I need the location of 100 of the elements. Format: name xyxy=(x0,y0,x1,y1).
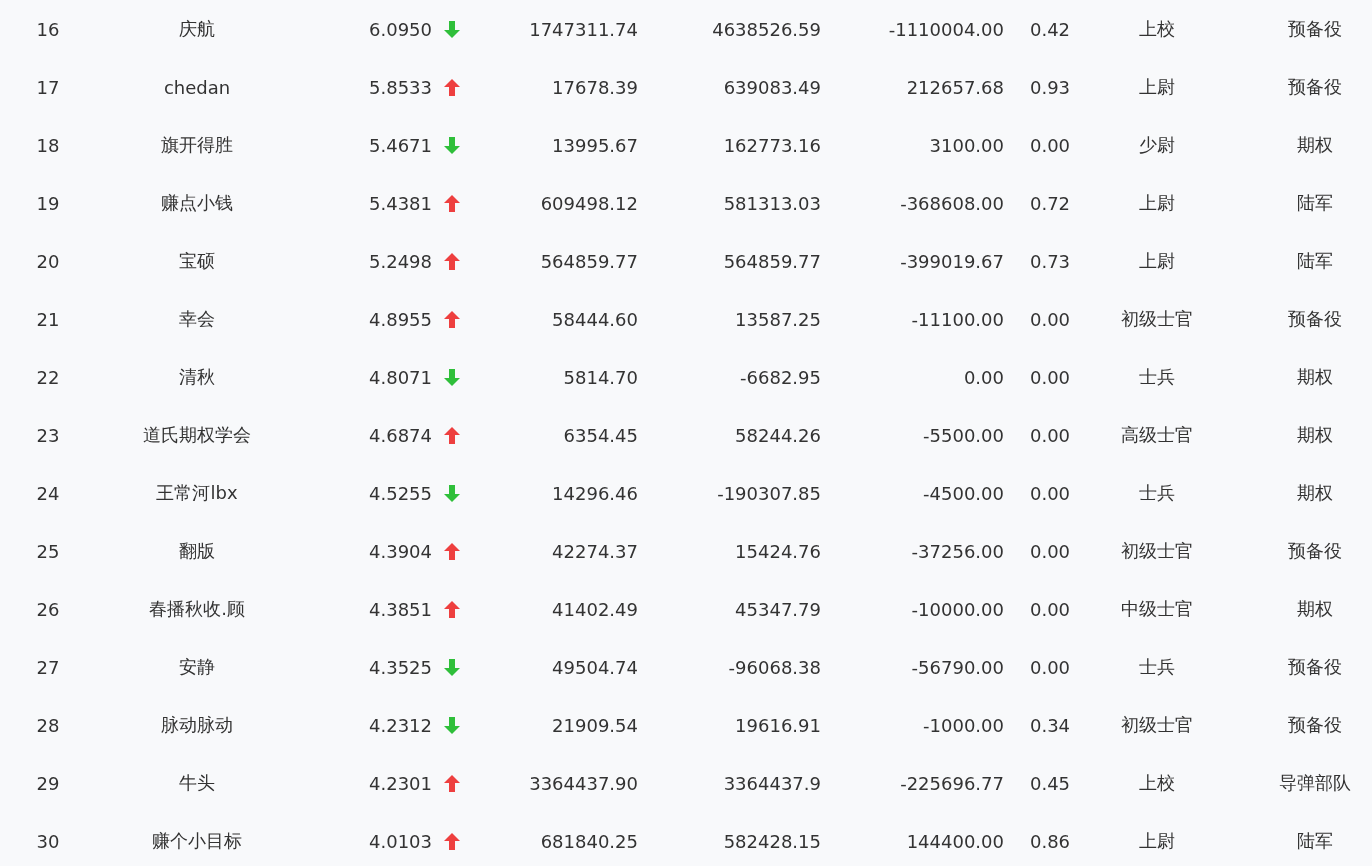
table-cell-text: 17 xyxy=(35,76,61,98)
table-cell-text: 582428.15 xyxy=(722,830,821,852)
table-cell-text: 期权 xyxy=(1296,597,1334,621)
table-cell-text: 212657.68 xyxy=(905,76,1004,98)
table-cell-text: 0.93 xyxy=(1028,76,1072,98)
table-cell-text: 13995.67 xyxy=(551,134,638,156)
table-cell-text: 预备役 xyxy=(1287,713,1343,737)
table-cell-text: -399019.67 xyxy=(899,250,1004,272)
table-cell-text: 0.00 xyxy=(1028,656,1072,678)
table-cell-text: 6.0950 xyxy=(368,18,432,40)
table-cell-text: 5814.70 xyxy=(562,366,638,388)
table-cell-text: 20 xyxy=(35,250,61,272)
table-cell-text: -11100.00 xyxy=(910,308,1004,330)
table-cell-text: 预备役 xyxy=(1287,75,1343,99)
table-cell-text: 赚个小目标 xyxy=(151,829,243,853)
table-cell-text: 6354.45 xyxy=(562,424,638,446)
table-cell-text: 639083.49 xyxy=(722,76,821,98)
table-cell-text: -6682.95 xyxy=(739,366,821,388)
table-cell-text: 上尉 xyxy=(1138,75,1176,99)
table-cell-text: 翻版 xyxy=(178,539,216,563)
table-cell-text: 28 xyxy=(35,714,61,736)
table-cell-text: -56790.00 xyxy=(910,656,1004,678)
table-cell-text: 30 xyxy=(35,830,61,852)
table-cell-text: -10000.00 xyxy=(910,598,1004,620)
table-cell-text: 预备役 xyxy=(1287,539,1343,563)
table-cell-text: 0.86 xyxy=(1028,830,1072,852)
table-cell-text: -37256.00 xyxy=(910,540,1004,562)
table-cell-text: 45347.79 xyxy=(734,598,821,620)
table-cell-text: 17678.39 xyxy=(551,76,638,98)
table-cell-text: 25 xyxy=(35,540,61,562)
table-cell-text: 期权 xyxy=(1296,481,1334,505)
table-cell-text: 初级士官 xyxy=(1120,713,1194,737)
table-cell-text: -4500.00 xyxy=(922,482,1004,504)
table-cell-text: 上校 xyxy=(1138,17,1176,41)
table-cell-text: 牛头 xyxy=(178,771,216,795)
table-cell-text: 春播秋收.顾 xyxy=(148,597,246,621)
table-cell-text: 王常河lbx xyxy=(155,481,239,505)
table-cell-text: 0.00 xyxy=(1028,424,1072,446)
table-cell-text: 4.2312 xyxy=(368,714,432,736)
table-cell-text: 4638526.59 xyxy=(711,18,821,40)
table-cell-text: 4.2301 xyxy=(368,772,432,794)
table-cell-text: 0.00 xyxy=(962,366,1004,388)
table-cell-text: 16 xyxy=(35,18,61,40)
table-cell-text: 49504.74 xyxy=(551,656,638,678)
table-cell-text: 陆军 xyxy=(1296,249,1334,273)
table-cell-text: 24 xyxy=(35,482,61,504)
table-cell-text: 清秋 xyxy=(178,365,216,389)
table-cell-text: 0.45 xyxy=(1028,772,1072,794)
table-cell-text: 4.8955 xyxy=(368,308,432,330)
table-cell-text: -1000.00 xyxy=(922,714,1004,736)
table-cell-text: 0.00 xyxy=(1028,540,1072,562)
table-cell-text: 道氏期权学会 xyxy=(142,423,252,447)
table-cell-text: 4.0103 xyxy=(368,830,432,852)
table-cell-text: 0.34 xyxy=(1028,714,1072,736)
table-cell-text: 29 xyxy=(35,772,61,794)
table-cell-text: 上尉 xyxy=(1138,829,1176,853)
table-cell-text: 4.3851 xyxy=(368,598,432,620)
table-cell-text: 21 xyxy=(35,308,61,330)
table-cell-text: -190307.85 xyxy=(716,482,821,504)
table-cell-text: 19 xyxy=(35,192,61,214)
table-cell-text: 0.00 xyxy=(1028,598,1072,620)
table-cell-text: 5.4671 xyxy=(368,134,432,156)
table-cell-text: 旗开得胜 xyxy=(160,133,234,157)
table-cell-text: 陆军 xyxy=(1296,829,1334,853)
table-cell-text: 581313.03 xyxy=(722,192,821,214)
table-cell-text: 陆军 xyxy=(1296,191,1334,215)
table-cell-text: 少尉 xyxy=(1138,133,1176,157)
table-cell-text: 初级士官 xyxy=(1120,539,1194,563)
table-cell-text: 脉动脉动 xyxy=(160,713,234,737)
table-cell-text: 4.6874 xyxy=(368,424,432,446)
table-cell-text: 1747311.74 xyxy=(528,18,638,40)
table-cell-text: 上尉 xyxy=(1138,191,1176,215)
table-cell-text: 上校 xyxy=(1138,771,1176,795)
table-cell-text: 4.8071 xyxy=(368,366,432,388)
table-cell-text: 高级士官 xyxy=(1120,423,1194,447)
table-cell-text: chedan xyxy=(162,76,232,98)
table-cell-text: 赚点小钱 xyxy=(160,191,234,215)
table-cell-text: 5.4381 xyxy=(368,192,432,214)
table-cell-text: 0.00 xyxy=(1028,134,1072,156)
table-cell-text: 27 xyxy=(35,656,61,678)
table-cell-text: 预备役 xyxy=(1287,655,1343,679)
table-cell-text: 144400.00 xyxy=(905,830,1004,852)
table-cell-text: 26 xyxy=(35,598,61,620)
table-cell-text: 19616.91 xyxy=(734,714,821,736)
table-cell-text: 564859.77 xyxy=(722,250,821,272)
table-cell-text: 681840.25 xyxy=(539,830,638,852)
table-cell-text: 期权 xyxy=(1296,423,1334,447)
table-cell-text: 162773.16 xyxy=(722,134,821,156)
table-cell-text: 0.73 xyxy=(1028,250,1072,272)
table-cell-text: 13587.25 xyxy=(734,308,821,330)
table-cell-text: 5.2498 xyxy=(368,250,432,272)
table-cell-text: 期权 xyxy=(1296,133,1334,157)
table-cell-text: -96068.38 xyxy=(727,656,821,678)
table-cell-text: 0.00 xyxy=(1028,482,1072,504)
table-cell-text: 预备役 xyxy=(1287,307,1343,331)
table-cell-text: 士兵 xyxy=(1138,655,1176,679)
table-cell-text: 士兵 xyxy=(1138,365,1176,389)
table-cell-text: 42274.37 xyxy=(551,540,638,562)
table-cell-text: 宝硕 xyxy=(178,249,216,273)
table-cell-text: -1110004.00 xyxy=(887,18,1004,40)
